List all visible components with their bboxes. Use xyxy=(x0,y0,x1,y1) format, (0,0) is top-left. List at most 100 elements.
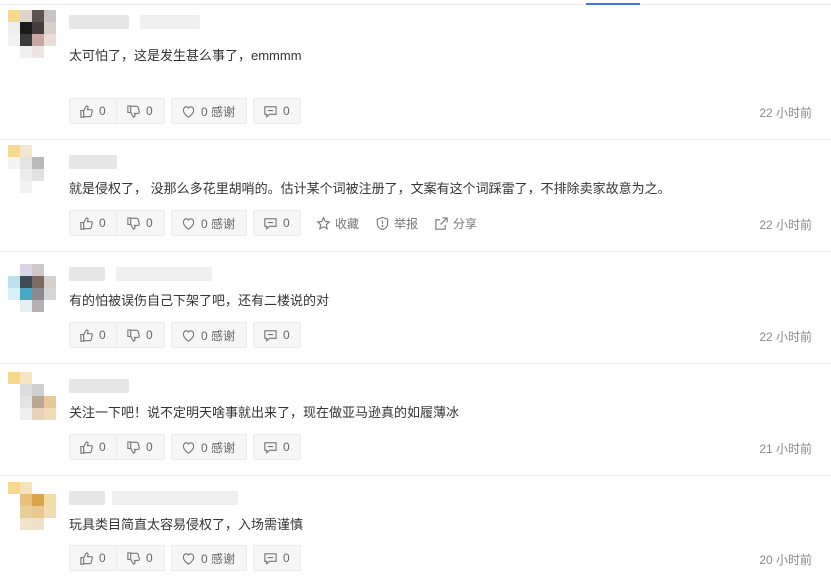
thanks-button[interactable]: 0 感谢 xyxy=(171,545,247,571)
dislike-count: 0 xyxy=(146,551,153,565)
comment-text: 有的怕被误伤自己下架了吧，还有二楼说的对 xyxy=(69,293,330,308)
thanks-label: 0 感谢 xyxy=(201,328,236,343)
like-button[interactable]: 0 xyxy=(69,98,117,124)
thumbs-up-icon xyxy=(79,104,94,119)
favorite-label: 收藏 xyxy=(335,216,360,231)
dislike-count: 0 xyxy=(146,328,153,342)
thanks-button[interactable]: 0 感谢 xyxy=(171,322,247,348)
username-blurred[interactable] xyxy=(69,491,105,505)
comment-item: 就是侵权了， 没那么多花里胡哨的。估计某个词被注册了，文案有这个词踩雷了，不排除… xyxy=(0,140,831,252)
reply-button[interactable]: 0 xyxy=(253,98,301,124)
dislike-button[interactable]: 0 xyxy=(117,545,165,571)
reply-count: 0 xyxy=(283,328,290,342)
reply-button[interactable]: 0 xyxy=(253,210,301,236)
user-meta-blurred xyxy=(140,15,200,29)
thanks-label: 0 感谢 xyxy=(201,104,236,119)
comment-text: 太可怕了，这是发生甚么事了，emmmm xyxy=(69,48,302,63)
like-count: 0 xyxy=(99,551,106,565)
thumbs-up-icon xyxy=(79,328,94,343)
reply-count: 0 xyxy=(283,440,290,454)
like-button[interactable]: 0 xyxy=(69,322,117,348)
thumbs-down-icon xyxy=(126,328,141,343)
comment-item: 有的怕被误伤自己下架了吧，还有二楼说的对 0 0 0 感谢 0 22 小时前 xyxy=(0,252,831,364)
heart-icon xyxy=(181,216,196,231)
thanks-label: 0 感谢 xyxy=(201,551,236,566)
comment-timestamp: 22 小时前 xyxy=(759,106,812,120)
thumbs-up-icon xyxy=(79,440,94,455)
user-meta-blurred xyxy=(112,491,238,505)
share-button[interactable]: 分享 xyxy=(434,215,477,232)
share-icon xyxy=(434,216,449,231)
thumbs-down-icon xyxy=(126,216,141,231)
reply-count: 0 xyxy=(283,104,290,118)
report-button[interactable]: 举报 xyxy=(375,215,418,232)
comment-icon xyxy=(263,551,278,566)
comment-actions: 0 0 0 感谢 0 xyxy=(69,321,301,349)
username-blurred[interactable] xyxy=(69,155,117,169)
like-button[interactable]: 0 xyxy=(69,434,117,460)
dislike-button[interactable]: 0 xyxy=(117,98,165,124)
dislike-count: 0 xyxy=(146,216,153,230)
thumbs-up-icon xyxy=(79,216,94,231)
like-count: 0 xyxy=(99,104,106,118)
username-blurred[interactable] xyxy=(69,379,129,393)
avatar[interactable] xyxy=(8,372,58,422)
thumbs-up-icon xyxy=(79,551,94,566)
like-count: 0 xyxy=(99,216,106,230)
comment-text: 关注一下吧！说不定明天啥事就出来了，现在做亚马逊真的如履薄冰 xyxy=(69,405,460,420)
like-button[interactable]: 0 xyxy=(69,210,117,236)
favorite-button[interactable]: 收藏 xyxy=(316,215,359,232)
avatar[interactable] xyxy=(8,10,58,60)
comment-icon xyxy=(263,216,278,231)
thumbs-down-icon xyxy=(126,551,141,566)
comment-text: 玩具类目简直太容易侵权了，入场需谨慎 xyxy=(69,517,304,532)
comment-item: 关注一下吧！说不定明天啥事就出来了，现在做亚马逊真的如履薄冰 0 0 0 感谢 … xyxy=(0,364,831,476)
reply-button[interactable]: 0 xyxy=(253,434,301,460)
like-button[interactable]: 0 xyxy=(69,545,117,571)
comment-actions: 0 0 0 感谢 0 xyxy=(69,433,301,461)
comment-icon xyxy=(263,440,278,455)
comment-icon xyxy=(263,104,278,119)
user-meta-blurred xyxy=(116,267,212,281)
comment-timestamp: 22 小时前 xyxy=(759,330,812,344)
thanks-label: 0 感谢 xyxy=(201,440,236,455)
star-icon xyxy=(316,215,331,231)
comment-text: 就是侵权了， 没那么多花里胡哨的。估计某个词被注册了，文案有这个词踩雷了，不排除… xyxy=(69,181,671,196)
dislike-button[interactable]: 0 xyxy=(117,434,165,460)
thanks-button[interactable]: 0 感谢 xyxy=(171,434,247,460)
username-blurred[interactable] xyxy=(69,15,129,29)
dislike-button[interactable]: 0 xyxy=(117,322,165,348)
heart-icon xyxy=(181,551,196,566)
comment-actions: 0 0 0 感谢 0 xyxy=(69,97,301,125)
shield-icon xyxy=(375,216,390,231)
thanks-button[interactable]: 0 感谢 xyxy=(171,98,247,124)
thanks-label: 0 感谢 xyxy=(201,216,236,231)
heart-icon xyxy=(181,104,196,119)
avatar[interactable] xyxy=(8,482,58,532)
username-blurred[interactable] xyxy=(69,267,105,281)
dislike-count: 0 xyxy=(146,440,153,454)
comment-timestamp: 21 小时前 xyxy=(759,442,812,456)
avatar[interactable] xyxy=(8,145,58,195)
reply-count: 0 xyxy=(283,551,290,565)
heart-icon xyxy=(181,328,196,343)
thanks-button[interactable]: 0 感谢 xyxy=(171,210,247,236)
report-label: 举报 xyxy=(394,216,419,231)
comment-item: 玩具类目简直太容易侵权了，入场需谨慎 0 0 0 感谢 0 20 小时前 xyxy=(0,476,831,577)
like-count: 0 xyxy=(99,440,106,454)
comment-item: 太可怕了，这是发生甚么事了，emmmm 0 0 0 感谢 0 22 小时前 xyxy=(0,0,831,140)
thumbs-down-icon xyxy=(126,440,141,455)
dislike-count: 0 xyxy=(146,104,153,118)
like-count: 0 xyxy=(99,328,106,342)
share-label: 分享 xyxy=(453,216,478,231)
comment-timestamp: 22 小时前 xyxy=(759,218,812,232)
comment-timestamp: 20 小时前 xyxy=(759,553,812,567)
comment-actions: 0 0 0 感谢 0 收藏 举报 分享 xyxy=(69,209,477,237)
reply-count: 0 xyxy=(283,216,290,230)
thumbs-down-icon xyxy=(126,104,141,119)
avatar[interactable] xyxy=(8,264,58,314)
reply-button[interactable]: 0 xyxy=(253,545,301,571)
reply-button[interactable]: 0 xyxy=(253,322,301,348)
dislike-button[interactable]: 0 xyxy=(117,210,165,236)
heart-icon xyxy=(181,440,196,455)
